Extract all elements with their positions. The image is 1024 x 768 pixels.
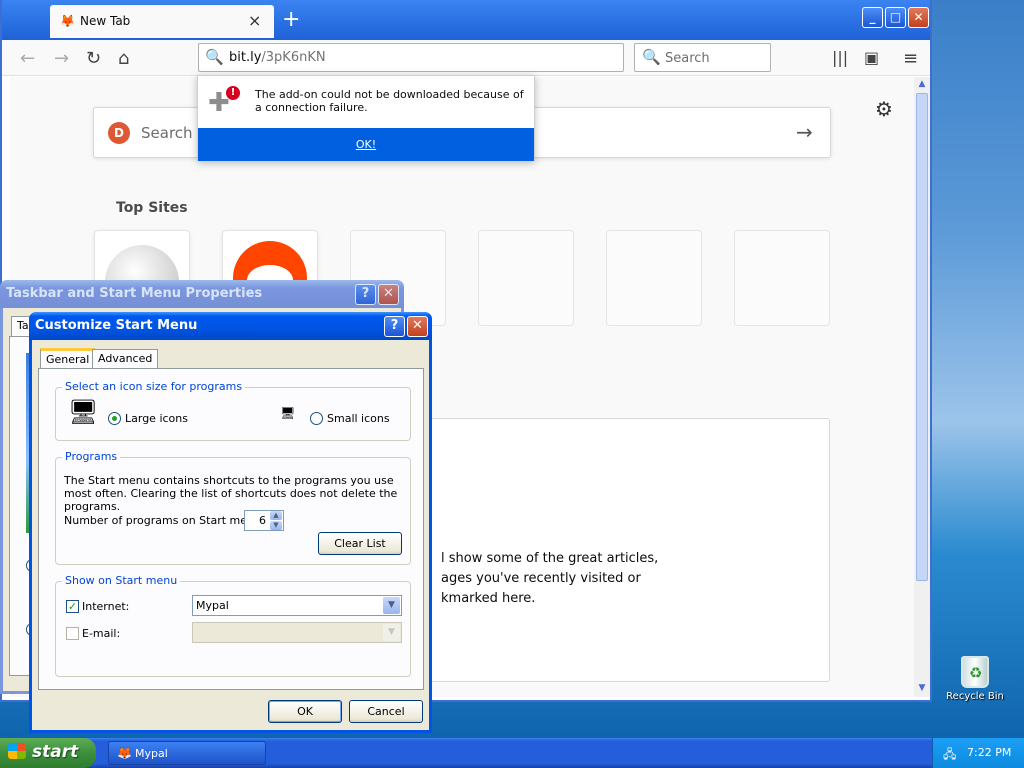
duckduckgo-logo-icon: D [108,122,130,144]
top-site-empty[interactable] [478,230,574,326]
start-button[interactable]: start [0,738,96,768]
scroll-up-icon[interactable]: ▲ [916,79,928,89]
spinner-up-icon[interactable]: ▲ [270,511,282,520]
sidebar-icon[interactable]: ▣ [864,48,879,67]
programs-count-value: 6 [259,514,266,527]
show-on-start-group: Show on Start menu ✓ Internet: Mypal ▼ E… [55,574,411,677]
top-site-empty[interactable] [734,230,830,326]
recycle-bin-desktop-icon[interactable]: Recycle Bin [944,656,1006,702]
navigation-toolbar: ← → ↻ ⌂ 🔍 bit.ly/3pK6nKN 🔍 Search ||| ▣ … [2,40,930,76]
highlights-text: l show some of the great articles, ages … [441,551,659,606]
email-label: E-mail: [82,627,121,640]
small-icons-label: Small icons [327,412,390,425]
ok-button[interactable]: OK [268,700,342,723]
taskbar: start 🦊 Mypal 🖧 7:22 PM [0,738,1024,768]
general-tab-panel: Select an icon size for programs 🖥 Large… [38,368,424,690]
forward-arrow-icon[interactable]: → [54,48,69,69]
recycle-bin-icon [961,656,989,688]
customize-start-menu-dialog: Customize Start Menu ? ✕ General Advance… [29,312,432,733]
start-label: start [32,742,79,762]
internet-label: Internet: [82,600,130,613]
library-icon[interactable]: ||| [832,48,848,67]
email-client-select[interactable]: ▼ [192,622,402,643]
search-icon: 🔍 [205,48,224,66]
gear-icon[interactable]: ⚙ [875,97,893,121]
search-icon: 🔍 [642,48,661,66]
maximize-button[interactable]: □ [885,7,906,28]
help-button[interactable]: ? [384,316,405,337]
minimize-button[interactable]: _ [862,7,883,28]
doorhanger-message: The add-on could not be downloaded becau… [255,88,524,114]
cancel-button[interactable]: Cancel [349,700,423,723]
doorhanger-ok-button[interactable]: OK! [198,128,534,161]
browser-tab-bar: 🦊 New Tab × + _ □ ✕ [2,0,930,40]
error-alert-icon: ! [226,86,240,100]
dialog-title: Taskbar and Start Menu Properties [6,286,263,301]
email-checkbox[interactable] [66,627,79,640]
chevron-down-icon[interactable]: ▼ [383,597,400,614]
large-icons-radio[interactable] [108,412,121,425]
clear-list-button[interactable]: Clear List [318,532,402,555]
clock[interactable]: 7:22 PM [967,746,1011,759]
small-computer-icon: 🖥 [280,406,296,420]
close-window-button[interactable]: ✕ [908,7,929,28]
help-button[interactable]: ? [355,284,376,305]
scroll-down-icon[interactable]: ▼ [916,683,928,693]
icon-size-legend: Select an icon size for programs [62,380,246,393]
home-icon[interactable]: ⌂ [118,48,129,69]
search-placeholder: Search [665,51,710,66]
small-icons-radio[interactable] [310,412,323,425]
large-computer-icon: 🖥 [68,398,99,426]
taskbar-item-label: Mypal [135,747,168,760]
taskbar-properties-titlebar: Taskbar and Start Menu Properties [0,280,404,308]
large-icons-label: Large icons [125,412,188,425]
vertical-scrollbar[interactable]: ▲ ▼ [914,77,930,697]
spinner-down-icon[interactable]: ▼ [270,521,282,530]
programs-count-spinner[interactable]: 6 ▲ ▼ [244,510,284,531]
search-bar[interactable]: 🔍 Search [634,43,771,72]
internet-browser-select[interactable]: Mypal ▼ [192,595,402,616]
programs-group: Programs The Start menu contains shortcu… [55,450,411,565]
mypal-favicon-icon: 🦊 [60,14,75,28]
taskbar-item-mypal[interactable]: 🦊 Mypal [108,741,266,765]
highlights-placeholder: l show some of the great articles, ages … [428,418,830,682]
chevron-down-icon[interactable]: ▼ [383,624,400,641]
back-arrow-icon[interactable]: ← [20,48,35,69]
reload-icon[interactable]: ↻ [86,48,101,69]
recycle-bin-label: Recycle Bin [946,691,1004,702]
dialog-title: Customize Start Menu [35,318,198,333]
addon-error-doorhanger: ✚ ! The add-on could not be downloaded b… [197,75,535,161]
internet-browser-value: Mypal [196,599,229,612]
new-tab-plus-icon[interactable]: + [282,7,300,32]
network-icon[interactable]: 🖧 [943,745,956,766]
system-tray: 🖧 7:22 PM [932,738,1024,768]
close-button[interactable]: ✕ [407,316,428,337]
tab-advanced[interactable]: Advanced [92,349,159,369]
top-sites-heading: Top Sites [116,200,188,216]
scrollbar-thumb[interactable] [916,93,928,581]
programs-description: The Start menu contains shortcuts to the… [64,474,398,513]
tab-general[interactable]: General [40,348,96,370]
mypal-app-icon: 🦊 [117,746,132,760]
tab-new-tab[interactable]: 🦊 New Tab × [50,5,274,38]
tab-title: New Tab [80,14,131,28]
programs-count-label: Number of programs on Start menu: [64,514,265,527]
show-on-start-legend: Show on Start menu [62,574,181,587]
close-button[interactable]: ✕ [378,284,399,305]
icon-size-group: Select an icon size for programs 🖥 Large… [55,380,411,441]
url-bar[interactable]: 🔍 bit.ly/3pK6nKN [198,43,624,72]
close-tab-icon[interactable]: × [248,11,261,30]
hamburger-menu-icon[interactable]: ≡ [903,48,918,69]
customize-titlebar: Customize Start Menu [29,312,432,340]
search-go-arrow-icon[interactable]: → [796,120,813,144]
top-site-empty[interactable] [606,230,702,326]
windows-logo-icon [8,743,26,759]
programs-legend: Programs [62,450,121,463]
internet-checkbox[interactable]: ✓ [66,600,79,613]
url-text: bit.ly/3pK6nKN [229,50,326,65]
